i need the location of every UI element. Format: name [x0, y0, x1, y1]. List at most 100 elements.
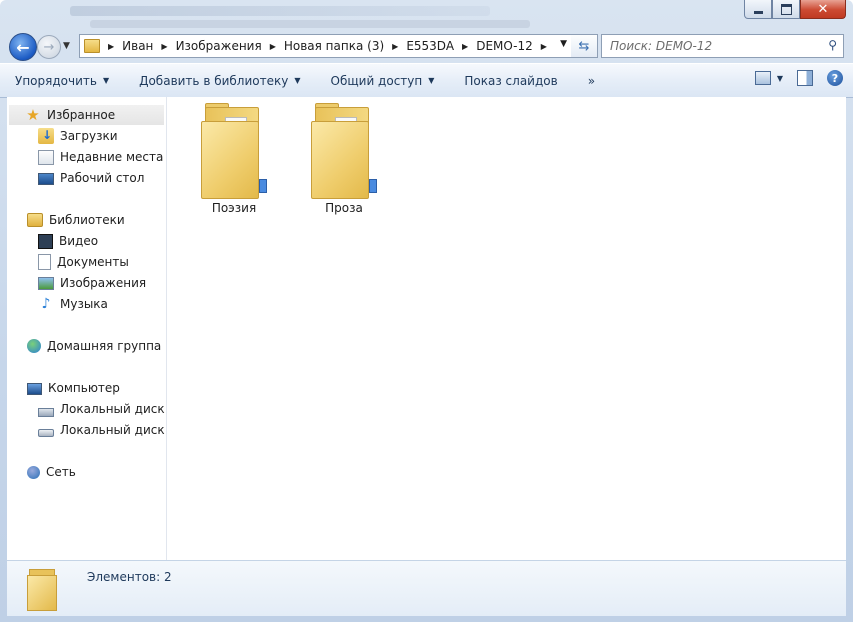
- history-dropdown-icon[interactable]: ▼: [63, 41, 70, 51]
- sidebar-item-recent-places[interactable]: Недавние места: [38, 147, 163, 167]
- sidebar-item-music[interactable]: ♪ Музыка: [38, 294, 108, 314]
- refresh-button[interactable]: ⇆: [571, 34, 598, 58]
- breadcrumb-item[interactable]: DEMO-12: [476, 39, 533, 53]
- sidebar-item-local-disk-d[interactable]: Локальный диск (D: [38, 420, 166, 440]
- sidebar-item-videos[interactable]: Видео: [38, 231, 98, 251]
- sidebar-item-downloads[interactable]: Загрузки: [38, 126, 118, 146]
- window-controls: ✕: [744, 0, 846, 19]
- sidebar-item-label: Документы: [57, 255, 129, 269]
- navigation-bar: ← → ▼ ▶ Иван ▶ Изображения ▶ Новая папка…: [0, 28, 853, 63]
- sidebar-item-network[interactable]: Сеть: [27, 462, 76, 482]
- address-dropdown-icon[interactable]: ▼: [560, 39, 567, 49]
- breadcrumb-item[interactable]: E553DA: [406, 39, 454, 53]
- help-glyph: ?: [831, 71, 839, 85]
- refresh-icon: ⇆: [578, 38, 590, 54]
- folder-name: Проза: [325, 201, 363, 215]
- folder-item[interactable]: Проза: [294, 99, 394, 219]
- star-icon: ★: [26, 106, 40, 124]
- sidebar-item-label: Загрузки: [60, 129, 118, 143]
- navigation-pane: ★ Избранное Загрузки Недавние места Рабо…: [7, 97, 167, 560]
- documents-icon: [38, 254, 51, 270]
- folder-icon: [27, 569, 61, 611]
- sidebar-item-label: Компьютер: [48, 381, 120, 395]
- back-arrow-icon: ←: [16, 37, 30, 57]
- search-icon[interactable]: ⚲: [828, 38, 837, 52]
- address-bar[interactable]: ▶ Иван ▶ Изображения ▶ Новая папка (3) ▶…: [79, 34, 572, 58]
- sidebar-item-local-disk-c[interactable]: Локальный диск (C: [38, 399, 166, 419]
- more-chevron-icon: »: [587, 73, 596, 88]
- sidebar-item-desktop[interactable]: Рабочий стол: [38, 168, 144, 188]
- local-disk-icon: [38, 429, 54, 437]
- homegroup-icon: [27, 339, 41, 353]
- share-with-button[interactable]: Общий доступ ▼: [316, 74, 450, 88]
- sidebar-item-libraries[interactable]: Библиотеки: [27, 210, 125, 230]
- folder-icon: [311, 103, 377, 199]
- maximize-button[interactable]: [772, 0, 800, 19]
- more-commands-button[interactable]: »: [573, 74, 610, 88]
- breadcrumb: ▶ Иван ▶ Изображения ▶ Новая папка (3) ▶…: [100, 39, 555, 53]
- chevron-right-icon[interactable]: ▶: [462, 42, 468, 51]
- close-icon: ✕: [817, 1, 829, 17]
- sidebar-item-computer[interactable]: Компьютер: [27, 378, 120, 398]
- slideshow-label: Показ слайдов: [464, 73, 558, 88]
- pictures-icon: [38, 276, 54, 290]
- add-to-library-button[interactable]: Добавить в библиотеку ▼: [124, 74, 315, 88]
- folder-icon: [201, 103, 267, 199]
- sidebar-item-label: Сеть: [46, 465, 76, 479]
- recent-places-icon: [38, 149, 54, 165]
- close-button[interactable]: ✕: [800, 0, 846, 19]
- sidebar-item-documents[interactable]: Документы: [38, 252, 129, 272]
- details-pane: Элементов: 2: [7, 560, 846, 616]
- minimize-button[interactable]: [744, 0, 772, 19]
- organize-button[interactable]: Упорядочить ▼: [0, 74, 124, 88]
- share-with-label: Общий доступ: [330, 73, 423, 88]
- slideshow-button[interactable]: Показ слайдов: [449, 74, 572, 88]
- libraries-icon: [27, 213, 43, 227]
- title-bar[interactable]: ✕: [0, 0, 853, 28]
- desktop-icon: [38, 173, 54, 185]
- sidebar-item-label: Домашняя группа: [47, 339, 162, 353]
- forward-arrow-icon: →: [43, 39, 55, 55]
- folder-item[interactable]: Поэзия: [184, 99, 284, 219]
- organize-label: Упорядочить: [15, 73, 97, 88]
- file-list-pane[interactable]: Поэзия Проза: [167, 97, 846, 560]
- downloads-icon: [38, 128, 54, 144]
- search-placeholder: Поиск: DEMO-12: [610, 39, 713, 53]
- back-button[interactable]: ←: [9, 33, 37, 61]
- search-input[interactable]: Поиск: DEMO-12 ⚲: [601, 34, 844, 58]
- video-icon: [38, 233, 53, 249]
- toolbar-right: ▼ ?: [754, 70, 843, 86]
- music-icon: ♪: [41, 296, 51, 312]
- change-view-button[interactable]: ▼: [754, 71, 783, 85]
- view-icon: [754, 71, 771, 85]
- item-count: Элементов: 2: [87, 570, 172, 584]
- title-bar-blur: [70, 6, 490, 16]
- chevron-right-icon[interactable]: ▶: [541, 42, 547, 51]
- command-bar: Упорядочить ▼ Добавить в библиотеку ▼ Общи…: [0, 63, 853, 98]
- breadcrumb-item[interactable]: Изображения: [176, 39, 262, 53]
- help-icon[interactable]: ?: [827, 70, 843, 86]
- forward-button[interactable]: →: [37, 35, 61, 59]
- breadcrumb-item[interactable]: Новая папка (3): [284, 39, 384, 53]
- chevron-down-icon: ▼: [428, 76, 435, 85]
- sidebar-item-label: Локальный диск (D: [60, 423, 166, 437]
- chevron-down-icon: ▼: [294, 76, 301, 85]
- preview-pane-icon[interactable]: [797, 70, 813, 86]
- maximize-icon: [780, 3, 792, 15]
- sidebar-item-homegroup[interactable]: Домашняя группа: [27, 336, 161, 356]
- sidebar-item-label: Музыка: [60, 297, 108, 311]
- chevron-right-icon[interactable]: ▶: [161, 42, 167, 51]
- network-icon: [27, 465, 40, 479]
- minimize-icon: [753, 10, 763, 14]
- chevron-right-icon[interactable]: ▶: [108, 42, 114, 51]
- sidebar-item-label: Избранное: [47, 108, 116, 122]
- chevron-right-icon[interactable]: ▶: [270, 42, 276, 51]
- breadcrumb-item[interactable]: Иван: [122, 39, 153, 53]
- folder-name: Поэзия: [211, 201, 257, 215]
- chevron-down-icon: ▼: [102, 76, 110, 85]
- folder-icon: [84, 39, 100, 53]
- sidebar-item-favorites[interactable]: ★ Избранное: [9, 105, 164, 125]
- chevron-right-icon[interactable]: ▶: [392, 42, 398, 51]
- sidebar-item-pictures[interactable]: Изображения: [38, 273, 146, 293]
- sidebar-item-label: Библиотеки: [49, 213, 125, 227]
